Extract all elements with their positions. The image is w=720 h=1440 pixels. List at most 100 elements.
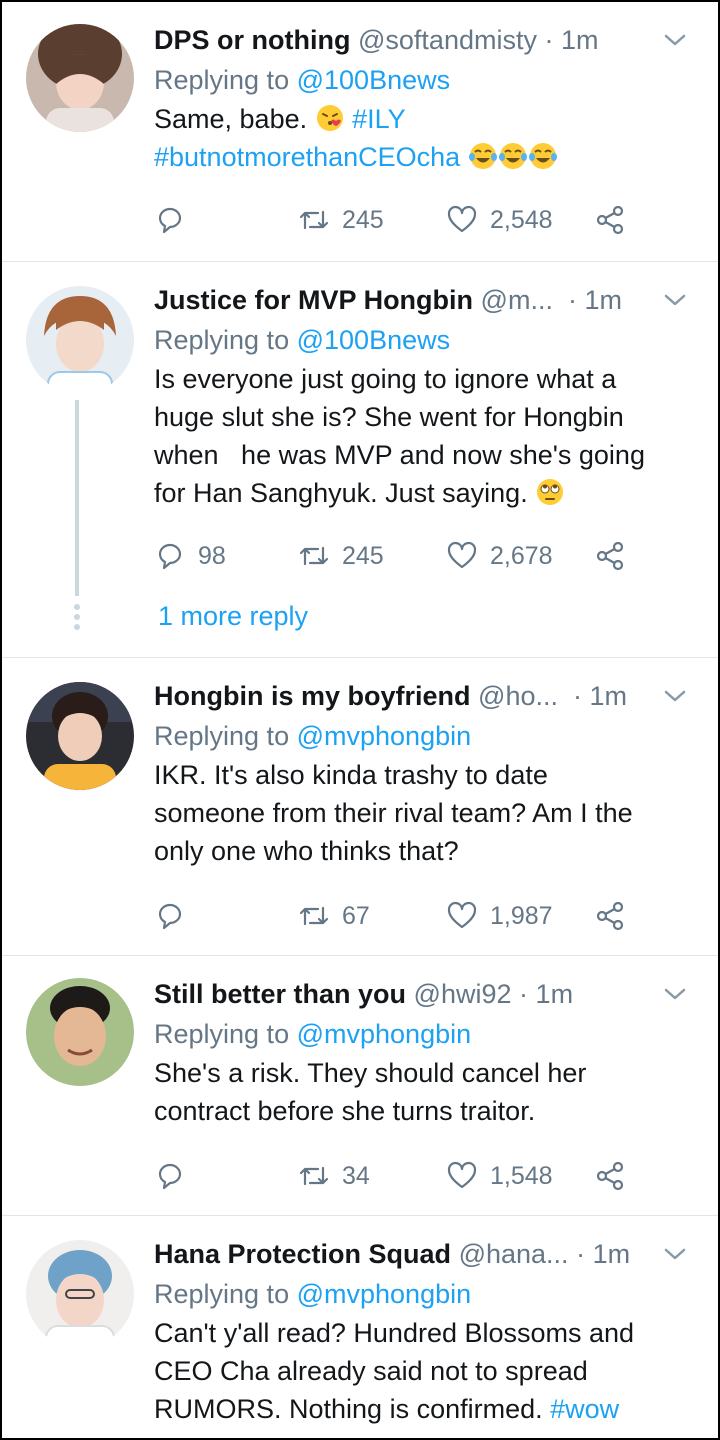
reply-count: 98 bbox=[198, 541, 226, 570]
tweet[interactable]: Still better than you @hwi92 · 1m Replyi… bbox=[2, 956, 718, 1216]
avatar[interactable] bbox=[26, 1240, 134, 1348]
tweet-actions: 34 1,548 bbox=[154, 1156, 634, 1196]
timestamp[interactable]: 1m bbox=[590, 681, 628, 711]
reply-icon bbox=[158, 903, 182, 930]
reply-button[interactable]: 98 bbox=[154, 536, 226, 576]
user-handle[interactable]: @ho... bbox=[478, 681, 558, 711]
retweet-count: 245 bbox=[342, 541, 384, 570]
share-button[interactable] bbox=[594, 896, 638, 936]
chevron-down-icon[interactable] bbox=[662, 30, 688, 50]
hashtag-link[interactable]: #butnotmorethanCEOcha bbox=[154, 142, 460, 172]
tweet-header: DPS or nothing @softandmisty · 1m bbox=[154, 20, 688, 60]
user-handle[interactable]: @softandmisty bbox=[358, 25, 537, 55]
tweet-text: Same, babe. #ILY #butnotmorethanCEOcha bbox=[154, 100, 688, 176]
user-handle[interactable]: @m... bbox=[481, 285, 553, 315]
share-button[interactable] bbox=[594, 1156, 638, 1196]
display-name[interactable]: DPS or nothing bbox=[154, 25, 350, 55]
thread-dots bbox=[74, 604, 80, 634]
like-button[interactable]: 1,548 bbox=[446, 1156, 553, 1196]
like-count: 2,678 bbox=[490, 541, 553, 570]
display-name[interactable]: Hana Protection Squad bbox=[154, 1239, 451, 1269]
share-icon bbox=[596, 541, 624, 571]
retweet-icon bbox=[299, 210, 329, 230]
retweet-icon bbox=[299, 546, 329, 566]
reply-button[interactable] bbox=[154, 1156, 198, 1196]
avatar[interactable] bbox=[26, 978, 134, 1086]
user-handle[interactable]: @hwi92 bbox=[414, 979, 512, 1009]
tweet-header: Justice for MVP Hongbin @m... · 1m bbox=[154, 280, 688, 320]
tweet-text: IKR. It's also kinda trashy to date some… bbox=[154, 760, 633, 866]
tweet-header: Hongbin is my boyfriend @ho... · 1m bbox=[154, 676, 688, 716]
mention-link[interactable]: @mvphongbin bbox=[297, 1279, 472, 1309]
retweet-button[interactable]: 245 bbox=[298, 536, 384, 576]
display-name[interactable]: Justice for MVP Hongbin bbox=[154, 285, 473, 315]
display-name[interactable]: Hongbin is my boyfriend bbox=[154, 681, 471, 711]
heart-icon bbox=[447, 1161, 477, 1189]
separator-dot: · bbox=[565, 681, 582, 711]
chevron-down-icon[interactable] bbox=[662, 1244, 688, 1264]
laughing-crying-emoji-icon bbox=[468, 143, 497, 169]
tweet-text: She's a risk. They should cancel her con… bbox=[154, 1058, 587, 1126]
heart-icon bbox=[447, 901, 477, 929]
replying-to: Replying to @100Bnews bbox=[154, 65, 451, 95]
tweet-actions: 67 1,987 bbox=[154, 896, 634, 936]
reply-icon bbox=[158, 207, 182, 234]
replying-to: Replying to @mvphongbin bbox=[154, 721, 472, 751]
more-replies-link[interactable]: 1 more reply bbox=[158, 596, 308, 636]
hashtag-link[interactable]: #ILY bbox=[352, 104, 406, 134]
like-button[interactable]: 2,678 bbox=[446, 536, 553, 576]
display-name[interactable]: Still better than you bbox=[154, 979, 406, 1009]
tweet-actions: 245 2,548 bbox=[154, 200, 634, 240]
tweet[interactable]: Hana Protection Squad @hana... · 1m Repl… bbox=[2, 1216, 718, 1438]
eye-roll-emoji-icon bbox=[537, 479, 564, 505]
reply-icon bbox=[158, 1163, 182, 1190]
avatar[interactable] bbox=[26, 286, 134, 394]
retweet-button[interactable]: 34 bbox=[298, 1156, 370, 1196]
tweet-text: Is everyone just going to ignore what a … bbox=[154, 364, 645, 508]
timestamp[interactable]: 1m bbox=[536, 979, 574, 1009]
timestamp[interactable]: 1m bbox=[593, 1239, 631, 1269]
timestamp[interactable]: 1m bbox=[561, 25, 599, 55]
retweet-count: 34 bbox=[342, 1161, 370, 1190]
tweet-header: Still better than you @hwi92 · 1m bbox=[154, 974, 688, 1014]
like-count: 2,548 bbox=[490, 205, 553, 234]
share-button[interactable] bbox=[594, 536, 638, 576]
share-icon bbox=[596, 1161, 624, 1191]
tweet-header: Hana Protection Squad @hana... · 1m bbox=[154, 1234, 688, 1274]
thread-line bbox=[75, 400, 79, 596]
tweet[interactable]: Justice for MVP Hongbin @m... · 1m Reply… bbox=[2, 262, 718, 658]
tweet[interactable]: DPS or nothing @softandmisty · 1m Replyi… bbox=[2, 2, 718, 262]
mention-link[interactable]: @100Bnews bbox=[297, 65, 451, 95]
tweet-text: Can't y'all read? Hundred Blossoms and C… bbox=[154, 1318, 635, 1424]
timeline: DPS or nothing @softandmisty · 1m Replyi… bbox=[0, 0, 720, 1440]
reply-icon bbox=[158, 543, 182, 570]
chevron-down-icon[interactable] bbox=[662, 686, 688, 706]
separator-dot: · bbox=[544, 25, 554, 55]
mention-link[interactable]: @100Bnews bbox=[297, 325, 451, 355]
retweet-button[interactable]: 245 bbox=[298, 200, 384, 240]
like-button[interactable]: 2,548 bbox=[446, 200, 553, 240]
retweet-icon bbox=[299, 906, 329, 926]
user-handle[interactable]: @hana... bbox=[459, 1239, 569, 1269]
reply-button[interactable] bbox=[154, 200, 198, 240]
retweet-icon bbox=[299, 1166, 329, 1186]
mention-link[interactable]: @mvphongbin bbox=[297, 1019, 472, 1049]
like-count: 1,548 bbox=[490, 1161, 553, 1190]
avatar[interactable] bbox=[26, 682, 134, 790]
laughing-crying-emoji-icon bbox=[528, 143, 557, 169]
tweet[interactable]: Hongbin is my boyfriend @ho... · 1m Repl… bbox=[2, 658, 718, 956]
replying-to: Replying to @mvphongbin bbox=[154, 1019, 472, 1049]
like-count: 1,987 bbox=[490, 901, 553, 930]
avatar[interactable] bbox=[26, 24, 134, 132]
like-button[interactable]: 1,987 bbox=[446, 896, 553, 936]
hashtag-link[interactable]: #wow bbox=[550, 1394, 619, 1424]
separator-dot: · bbox=[560, 285, 577, 315]
share-button[interactable] bbox=[594, 200, 638, 240]
reply-button[interactable] bbox=[154, 896, 198, 936]
chevron-down-icon[interactable] bbox=[662, 290, 688, 310]
tweet-actions: 98 245 2,678 bbox=[154, 536, 634, 576]
timestamp[interactable]: 1m bbox=[584, 285, 622, 315]
chevron-down-icon[interactable] bbox=[662, 984, 688, 1004]
mention-link[interactable]: @mvphongbin bbox=[297, 721, 472, 751]
retweet-button[interactable]: 67 bbox=[298, 896, 370, 936]
